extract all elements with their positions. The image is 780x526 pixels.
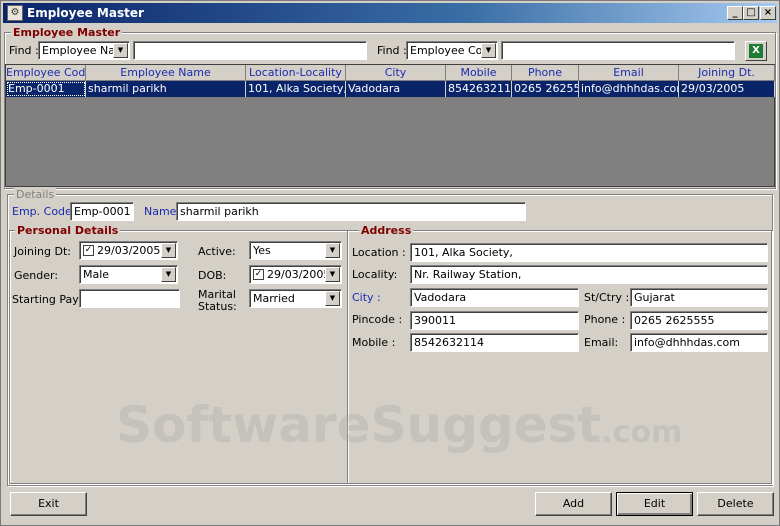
pincode-input[interactable]: 390011 [410, 311, 579, 330]
column-header[interactable]: Phone [512, 65, 579, 81]
title-bar[interactable]: ⚙ Employee Master _ □ × [3, 3, 777, 23]
close-button[interactable]: × [760, 6, 776, 20]
pincode-label: Pincode : [352, 313, 403, 326]
chevron-down-icon[interactable]: ▼ [325, 291, 340, 306]
active-select[interactable]: Yes ▼ [249, 241, 342, 260]
marital-label: Marital Status: [198, 288, 237, 313]
column-header[interactable]: Mobile [446, 65, 512, 81]
maximize-button[interactable]: □ [743, 6, 759, 20]
watermark: SoftwareSuggest.com [116, 396, 682, 454]
dob-label: DOB: [198, 269, 227, 282]
delete-button[interactable]: Delete [697, 492, 774, 516]
mobile-label: Mobile : [352, 336, 396, 349]
table-cell[interactable]: Emp-0001 [6, 81, 86, 97]
grid-header: Employee Code Employee Name Location-Loc… [6, 65, 775, 81]
chevron-down-icon[interactable]: ▼ [113, 43, 128, 58]
table-cell[interactable]: 29/03/2005 [679, 81, 775, 97]
watermark-text: SoftwareSuggest [116, 396, 602, 454]
starting-pay-input[interactable] [79, 289, 180, 308]
excel-icon: X [749, 44, 763, 58]
marital-value: Married [253, 292, 295, 305]
emp-code-label: Emp. Code: [12, 205, 76, 218]
find-input-1[interactable] [133, 41, 367, 60]
window-title: Employee Master [27, 6, 144, 20]
exit-button[interactable]: Exit [10, 492, 87, 516]
locality-input[interactable]: Nr. Railway Station, [410, 265, 768, 284]
dob-value: 29/03/2005 [267, 268, 331, 281]
column-header[interactable]: City [346, 65, 446, 81]
email-input[interactable]: info@dhhhdas.com [630, 333, 768, 352]
locality-label: Locality: [352, 268, 398, 281]
location-input[interactable]: 101, Alka Society, [410, 243, 768, 262]
table-cell[interactable]: Vadodara [346, 81, 446, 97]
joining-label: Joining Dt: [14, 245, 71, 258]
table-row[interactable]: Emp-0001 sharmil parikh 101, Alka Societ… [6, 81, 775, 97]
active-value: Yes [253, 244, 271, 257]
details-group-title: Details [14, 188, 57, 201]
phone-label: Phone : [584, 313, 626, 326]
master-group-title: Employee Master [11, 26, 123, 39]
app-icon[interactable]: ⚙ [7, 5, 23, 21]
minimize-button[interactable]: _ [727, 6, 743, 20]
chevron-down-icon[interactable]: ▼ [161, 267, 176, 282]
find-input-2[interactable] [501, 41, 735, 60]
address-group-title: Address [359, 224, 414, 237]
edit-button[interactable]: Edit [616, 492, 693, 516]
gender-select[interactable]: Male ▼ [79, 265, 178, 284]
column-header[interactable]: Employee Code [6, 65, 86, 81]
export-excel-button[interactable]: X [745, 41, 767, 61]
add-button[interactable]: Add [535, 492, 612, 516]
name-input[interactable]: sharmil parikh [176, 202, 526, 221]
check-icon[interactable]: ✓ [253, 269, 264, 280]
active-label: Active: [198, 245, 236, 258]
email-label: Email: [584, 336, 619, 349]
check-icon[interactable]: ✓ [83, 245, 94, 256]
find-field-select-2[interactable]: Employee Code ▼ [406, 41, 498, 60]
table-cell[interactable]: 8542632114 [446, 81, 512, 97]
emp-code-input[interactable]: Emp-0001 [70, 202, 134, 221]
chevron-down-icon[interactable]: ▼ [161, 243, 176, 258]
phone-input[interactable]: 0265 2625555 [630, 311, 768, 330]
chevron-down-icon[interactable]: ▼ [325, 243, 340, 258]
city-label: City : [352, 291, 381, 304]
mobile-input[interactable]: 8542632114 [410, 333, 579, 352]
location-label: Location : [352, 246, 406, 259]
dob-date-picker[interactable]: ✓ 29/03/2005 ▼ [249, 265, 342, 284]
table-cell[interactable]: 0265 2625555 [512, 81, 579, 97]
city-input[interactable]: Vadodara [410, 288, 579, 307]
table-cell[interactable]: sharmil parikh [86, 81, 246, 97]
starting-pay-label: Starting Pay: [12, 293, 82, 306]
joining-date-picker[interactable]: ✓ 29/03/2005 ▼ [79, 241, 178, 260]
personal-group-title: Personal Details [15, 224, 121, 237]
name-label: Name: [144, 205, 181, 218]
column-header[interactable]: Joining Dt. [679, 65, 775, 81]
state-label: St/Ctry : [584, 291, 630, 304]
column-header[interactable]: Email [579, 65, 679, 81]
find-field-select-1[interactable]: Employee Nam ▼ [38, 41, 130, 60]
chevron-down-icon[interactable]: ▼ [481, 43, 496, 58]
employee-master-window: ⚙ Employee Master _ □ × Employee Master … [0, 0, 780, 526]
joining-value: 29/03/2005 [97, 244, 161, 257]
watermark-suffix: .com [601, 415, 683, 450]
chevron-down-icon[interactable]: ▼ [325, 267, 340, 282]
state-input[interactable]: Gujarat [630, 288, 768, 307]
gender-label: Gender: [14, 269, 59, 282]
employee-grid[interactable]: Employee Code Employee Name Location-Loc… [5, 64, 775, 187]
find-label-2: Find : [377, 44, 407, 57]
gender-value: Male [83, 268, 110, 281]
column-header[interactable]: Location-Locality [246, 65, 346, 81]
table-cell[interactable]: info@dhhhdas.com [579, 81, 679, 97]
find-label-1: Find : [9, 44, 39, 57]
column-header[interactable]: Employee Name [86, 65, 246, 81]
marital-select[interactable]: Married ▼ [249, 289, 342, 308]
table-cell[interactable]: 101, Alka Society, I [246, 81, 346, 97]
